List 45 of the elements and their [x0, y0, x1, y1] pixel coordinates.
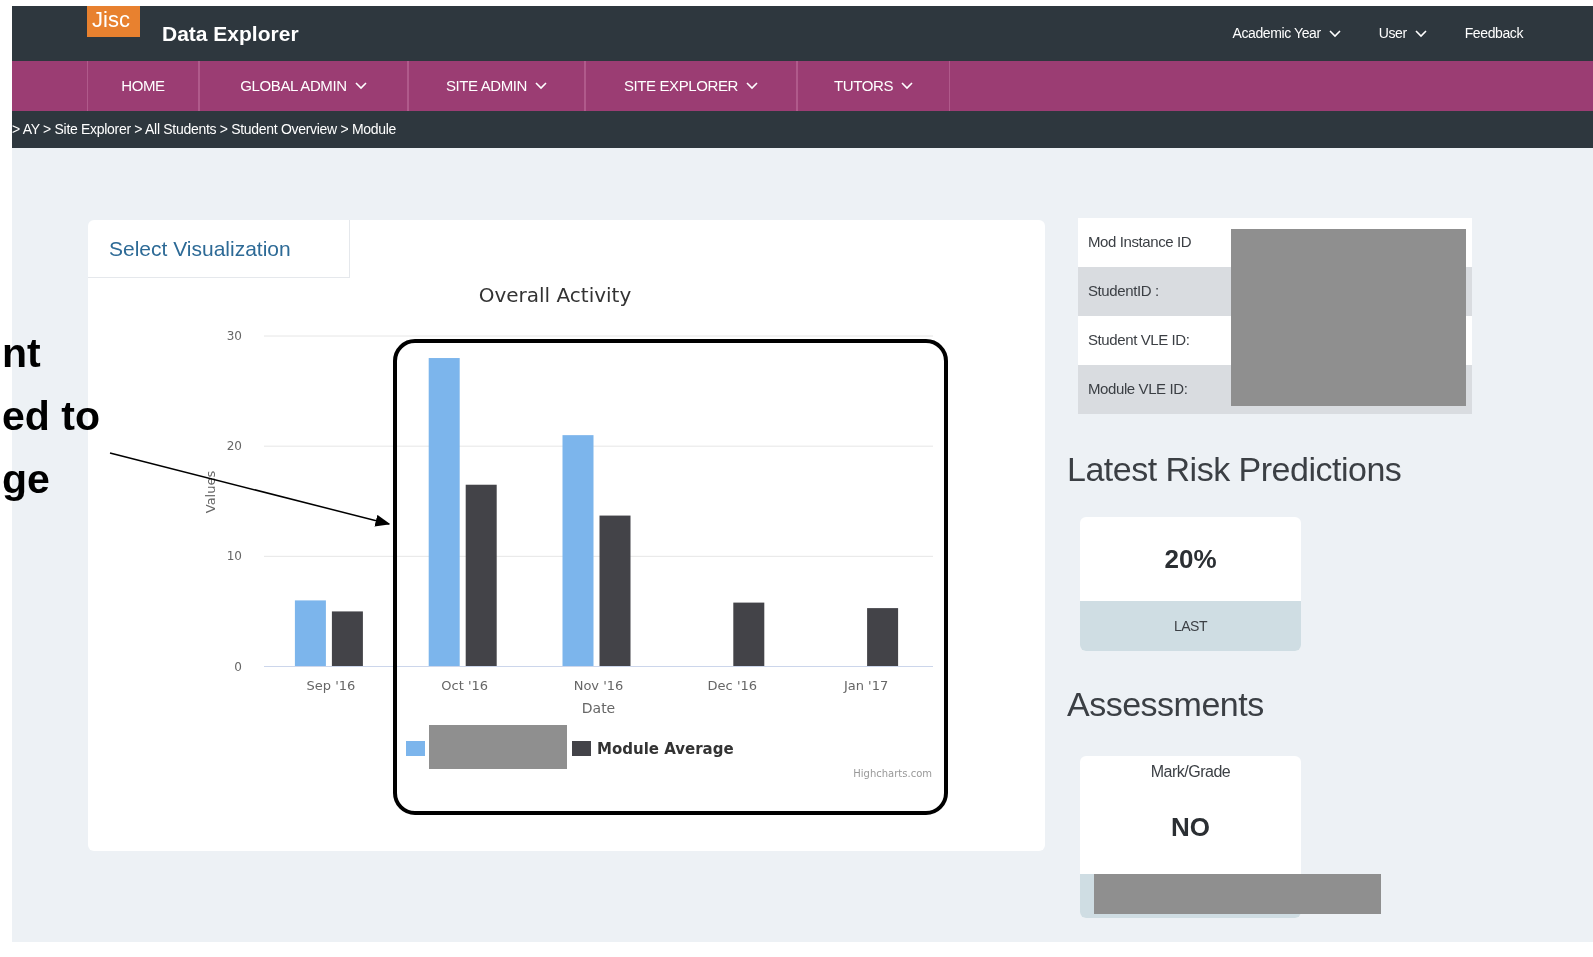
bar: [733, 602, 765, 667]
legend-swatch: [406, 741, 425, 756]
axis-tick-label: 20: [226, 439, 242, 454]
axis-tick-label: 30: [226, 329, 242, 343]
field-label: Mod Instance ID: [1088, 232, 1192, 253]
axis-title: Date: [581, 700, 616, 716]
chevron-down-icon: [535, 82, 547, 90]
dropdown-menu[interactable]: User: [1378, 23, 1427, 44]
risk-caption: LAST: [1080, 601, 1301, 651]
chevron-down-icon: [901, 82, 913, 90]
annotation-text: ge: [2, 455, 50, 504]
visualization-tab[interactable]: Select Visualization: [88, 220, 350, 278]
axis-tick-label: Jan '17: [843, 678, 889, 693]
bar: [294, 600, 326, 667]
section-heading: Latest Risk Predictions: [1067, 449, 1403, 490]
dropdown-menu[interactable]: Academic Year: [1232, 23, 1341, 44]
nav-link[interactable]: Feedback: [1464, 23, 1523, 44]
axis-tick-label: Oct '16: [441, 678, 489, 693]
field-label: Student VLE ID:: [1088, 330, 1190, 351]
bar: [867, 608, 899, 667]
breadcrumb: > AY > Site Explorer > All Students > Student Overview > Module: [12, 120, 397, 139]
legend-label[interactable]: Module Average: [597, 740, 734, 758]
axis-tick-label: Sep '16: [306, 678, 356, 693]
legend-swatch: [572, 741, 591, 756]
assessment-label: Mark/Grade: [1149, 762, 1232, 782]
bar: [331, 611, 363, 667]
chevron-down-icon: [1414, 29, 1427, 38]
axis-tick-label: 10: [226, 549, 242, 564]
chart-title: Overall Activity: [478, 283, 632, 307]
assessment-value: NO: [1170, 811, 1211, 844]
axis-tick-label: 0: [234, 659, 242, 674]
axis-title: Values: [203, 470, 218, 514]
chevron-down-icon: [354, 82, 367, 90]
risk-value: 20%: [1163, 542, 1218, 576]
axis-tick-label: Dec '16: [707, 678, 757, 693]
annotation-text: ed to: [2, 392, 100, 441]
annotation-text: nt: [2, 329, 41, 378]
field-label: StudentID :: [1088, 281, 1159, 302]
chevron-down-icon: [746, 82, 758, 90]
field-label: Module VLE ID:: [1088, 379, 1188, 400]
chevron-down-icon: [1328, 29, 1341, 38]
axis-tick-label: Nov '16: [573, 678, 624, 693]
section-heading: Assessments: [1067, 684, 1265, 725]
logo: Jisc: [87, 6, 140, 37]
app-title: Data Explorer: [162, 20, 299, 47]
